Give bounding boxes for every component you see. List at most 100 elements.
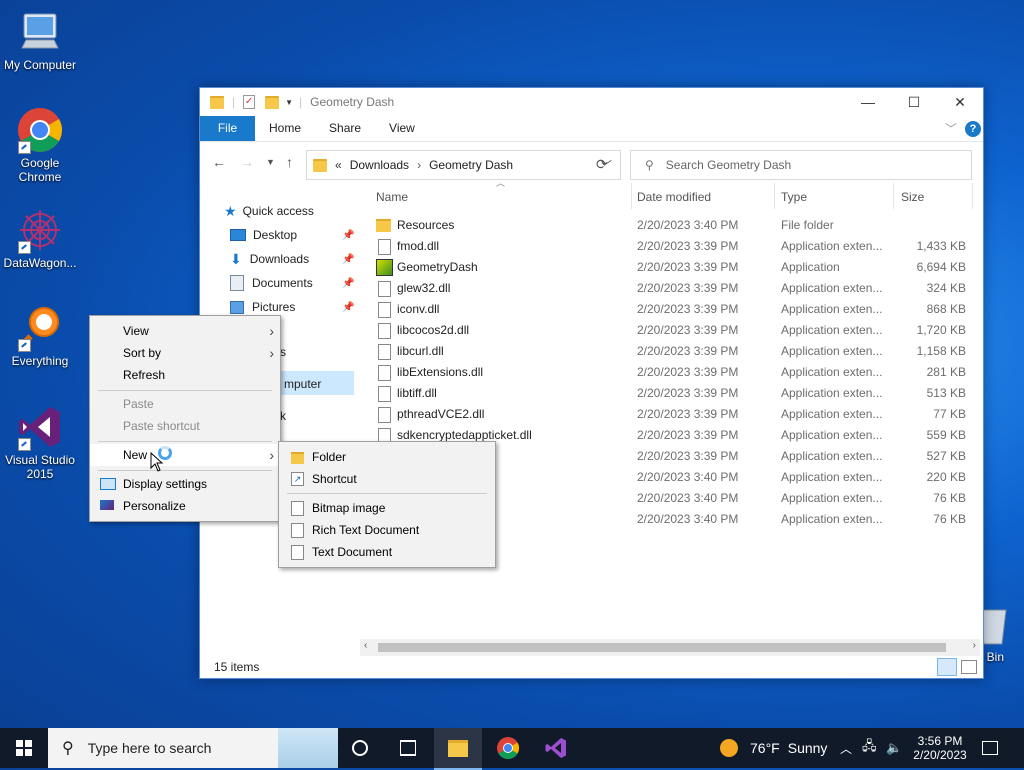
title-bar[interactable]: | ✓ ▼ | Geometry Dash — ☐ ✕ [200, 88, 983, 116]
maximize-button[interactable]: ☐ [891, 88, 937, 116]
minimize-button[interactable]: — [845, 88, 891, 116]
nav-item-downloads[interactable]: ⬇ Downloads [230, 248, 309, 270]
table-row[interactable]: pthreadVCE2.dll 2/20/2023 3:39 PM Applicat… [372, 403, 972, 424]
table-row[interactable]: libcocos2d.dll 2/20/2023 3:39 PM Applicati… [372, 319, 972, 340]
cortana-button[interactable] [336, 728, 384, 768]
pictures-folder-icon [230, 300, 244, 314]
breadcrumb-overflow[interactable]: « [335, 158, 342, 172]
horizontal-scrollbar[interactable]: ‹ › [360, 639, 980, 656]
submenu-item-shortcut[interactable]: ↗ Shortcut [279, 468, 495, 490]
nav-item-desktop[interactable]: Desktop [230, 224, 297, 246]
refresh-icon[interactable]: ⟳ [596, 156, 608, 173]
nav-item-quick-access[interactable]: ★ Quick access [224, 200, 314, 222]
scroll-left-icon[interactable]: ‹ [364, 640, 367, 651]
ribbon-expand-icon[interactable]: ﹀ [945, 120, 957, 137]
clock[interactable]: 3:56 PM 2/20/2023 [912, 728, 968, 768]
breadcrumb-downloads[interactable]: Downloads [350, 158, 409, 172]
menu-item-refresh[interactable]: Refresh [90, 364, 280, 386]
table-row[interactable]: libcurl.dll 2/20/2023 3:39 PM Application … [372, 340, 972, 361]
tab-view[interactable]: View [375, 116, 429, 141]
table-row[interactable]: iconv.dll 2/20/2023 3:39 PM Application ex… [372, 298, 972, 319]
desktop-icon-visual-studio[interactable]: Visual Studio 2015 [0, 403, 80, 481]
weather-widget[interactable]: 76°F Sunny [720, 728, 827, 768]
start-button[interactable] [0, 728, 48, 768]
close-button[interactable]: ✕ [937, 88, 983, 116]
file-date: 2/20/2023 3:40 PM [637, 470, 739, 484]
scrollbar-thumb[interactable] [378, 643, 946, 652]
large-icons-view-icon[interactable] [961, 660, 977, 674]
table-row[interactable]: libExtensions.dll 2/20/2023 3:39 PM Applic… [372, 361, 972, 382]
task-view-button[interactable] [384, 728, 432, 768]
column-name[interactable]: Name [376, 190, 408, 204]
column-date-modified[interactable]: Date modified [637, 190, 711, 204]
back-arrow-icon[interactable]: ← [212, 154, 226, 170]
details-view-icon[interactable] [937, 658, 957, 676]
desktop-icon-label: DataWagon... [3, 256, 77, 270]
network-icon[interactable]: 🖧 [862, 728, 877, 768]
tray-show-hidden-icon[interactable]: ︿ [840, 728, 852, 768]
menu-item-view[interactable]: View › [90, 320, 280, 342]
pin-icon[interactable]: 📌 [342, 302, 354, 313]
pin-icon[interactable]: 📌 [342, 278, 354, 289]
submenu-item-bitmap[interactable]: Bitmap image [279, 497, 495, 519]
menu-item-new[interactable]: New › [90, 444, 280, 466]
column-separator[interactable] [972, 183, 973, 209]
search-icon: ⚲ [645, 158, 654, 172]
table-row[interactable]: glew32.dll 2/20/2023 3:39 PM Application e… [372, 277, 972, 298]
column-separator[interactable] [774, 183, 775, 209]
tab-share[interactable]: Share [315, 116, 375, 141]
table-row[interactable]: libtiff.dll 2/20/2023 3:39 PM Application … [372, 382, 972, 403]
menu-item-display-settings[interactable]: Display settings [90, 473, 280, 495]
column-separator[interactable] [631, 183, 632, 209]
column-type[interactable]: Type [781, 190, 807, 204]
column-size[interactable]: Size [901, 190, 924, 204]
submenu-item-text-document[interactable]: Text Document [279, 541, 495, 563]
submenu-item-folder[interactable]: Folder [279, 446, 495, 468]
recent-locations-chevron-icon[interactable]: ▼ [266, 157, 275, 167]
table-row[interactable]: fmod.dll 2/20/2023 3:39 PM Application ext… [372, 235, 972, 256]
menu-item-paste[interactable]: Paste [90, 393, 280, 415]
volume-icon[interactable]: 🔈 [886, 728, 902, 768]
menu-label: Shortcut [312, 472, 357, 486]
nav-label: Documents [252, 276, 313, 290]
table-row[interactable]: GeometryDash 2/20/2023 3:39 PM Application… [372, 256, 972, 277]
address-bar[interactable]: « Downloads › Geometry Dash ﹀ [306, 150, 621, 180]
notifications-icon[interactable] [982, 728, 998, 768]
weather-condition: Sunny [787, 740, 828, 756]
taskbar-visual-studio[interactable] [532, 728, 580, 768]
taskbar-file-explorer[interactable] [434, 728, 482, 770]
desktop-icon-my-computer[interactable]: My Computer [0, 8, 80, 72]
file-explorer-window[interactable]: | ✓ ▼ | Geometry Dash — ☐ ✕ File Home Sh… [199, 87, 984, 679]
properties-checkbox-icon[interactable]: ✓ [243, 95, 256, 109]
taskbar-search-box[interactable]: ⚲ Type here to search [48, 728, 338, 768]
nav-item-documents[interactable]: Documents [230, 272, 313, 294]
menu-item-personalize[interactable]: Personalize [90, 495, 280, 517]
search-box[interactable]: ⚲ Search Geometry Dash [630, 150, 972, 180]
new-folder-icon[interactable] [265, 95, 280, 109]
menu-label: Bitmap image [312, 501, 386, 515]
desktop-icon-everything[interactable]: Everything [0, 304, 80, 368]
column-separator[interactable] [893, 183, 894, 209]
file-name: sdkencryptedappticket.dll [397, 428, 532, 442]
tab-home[interactable]: Home [255, 116, 315, 141]
file-date: 2/20/2023 3:39 PM [637, 323, 739, 337]
dll-file-icon [378, 323, 391, 339]
taskbar-chrome[interactable] [484, 728, 532, 768]
quick-access-dropdown-icon[interactable]: ▼ [285, 98, 293, 107]
submenu-arrow-icon: › [269, 447, 274, 463]
desktop-icon-chrome[interactable]: Google Chrome [0, 106, 80, 184]
up-arrow-icon[interactable]: ↑ [286, 154, 293, 170]
forward-arrow-icon[interactable]: → [240, 154, 254, 170]
pin-icon[interactable]: 📌 [342, 254, 354, 265]
nav-item-partial[interactable]: mputer [284, 377, 321, 391]
scroll-right-icon[interactable]: › [973, 640, 976, 651]
submenu-item-rich-text[interactable]: Rich Text Document [279, 519, 495, 541]
help-icon[interactable]: ? [965, 120, 981, 137]
desktop-icon-datawagon[interactable]: DataWagon... [0, 206, 80, 270]
tab-file[interactable]: File [200, 116, 255, 141]
menu-item-sort-by[interactable]: Sort by › [90, 342, 280, 364]
menu-item-paste-shortcut[interactable]: Paste shortcut [90, 415, 280, 437]
table-row[interactable]: Resources 2/20/2023 3:40 PM File folder [372, 214, 972, 235]
pin-icon[interactable]: 📌 [342, 230, 354, 241]
breadcrumb-geometry-dash[interactable]: Geometry Dash [429, 158, 513, 172]
